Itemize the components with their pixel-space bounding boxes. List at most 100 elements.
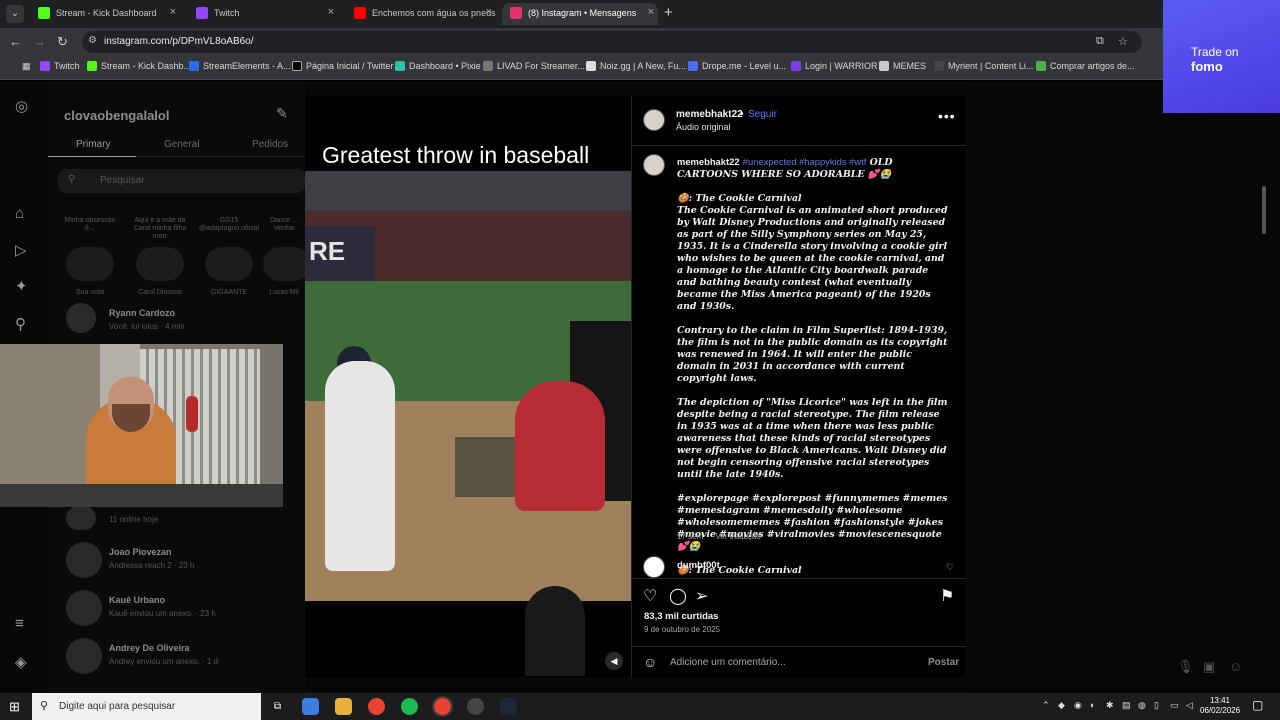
scrollbar[interactable]	[1262, 186, 1266, 234]
copilot-icon[interactable]	[302, 698, 319, 715]
new-tab-button[interactable]: +	[664, 4, 673, 21]
address-bar[interactable]: ⚙ instagram.com/p/DPmVL8oAB6o/ ⧉ ☆	[82, 31, 1142, 53]
account-name[interactable]: clovaobengalalol	[64, 108, 169, 123]
explore-icon[interactable]: ✦	[15, 277, 28, 295]
volume-icon[interactable]: ◁	[1186, 700, 1193, 711]
chrome-icon[interactable]	[368, 698, 385, 715]
bookmark-warrior[interactable]: Login | WARRIOR	[791, 61, 878, 71]
apps-icon[interactable]: ▦	[8, 61, 31, 72]
site-info-icon[interactable]: ⚙	[88, 35, 97, 46]
menu-icon[interactable]: ≡	[15, 615, 24, 632]
tab-twitch[interactable]: Twitch ×	[188, 3, 338, 25]
dm-search-input[interactable]: ⚲ Pesquisar	[58, 169, 305, 193]
bookmark-noiz[interactable]: Noiz.gg | A New, Fu...	[586, 61, 686, 71]
like-icon[interactable]: ♡	[643, 586, 657, 606]
close-icon[interactable]: ×	[648, 6, 654, 18]
bookmark-google[interactable]: Comprar artigos de...	[1036, 61, 1135, 71]
note-item[interactable]: Dance ... Venha Lucas Mil	[263, 217, 305, 296]
tab-primary[interactable]: Primary	[76, 139, 110, 150]
reels-icon[interactable]: ▷	[15, 241, 27, 259]
task-view-icon[interactable]: ⧉	[269, 698, 286, 715]
likes-count[interactable]: 83,3 mil curtidas	[644, 611, 718, 622]
bookmark-twitter[interactable]: Página Inicial / Twitter	[292, 61, 393, 71]
comment-username[interactable]: dumbf00t	[677, 560, 720, 571]
follow-button[interactable]: Seguir	[748, 109, 777, 120]
bluetooth-icon[interactable]: ✱	[1106, 700, 1114, 711]
comment-input[interactable]: Adicione um comentário...	[670, 657, 786, 668]
file-explorer-icon[interactable]	[335, 698, 352, 715]
back-icon[interactable]: ←	[9, 34, 22, 49]
reload-icon[interactable]: ↻	[57, 34, 68, 50]
tab-kick[interactable]: Stream - Kick Dashboard ×	[30, 3, 180, 25]
tray-app-icon[interactable]: ◍	[1138, 700, 1146, 711]
tray-app-icon[interactable]: ▯	[1154, 700, 1159, 711]
comment-icon[interactable]: ◯	[669, 586, 687, 606]
chat-item[interactable]: Ryann Cardozo Você: lul lolus · 4 min	[66, 303, 296, 347]
threads-icon[interactable]: ◈	[15, 653, 27, 671]
avatar[interactable]	[643, 109, 665, 131]
close-icon[interactable]: ×	[170, 6, 176, 18]
network-icon[interactable]: ▭	[1170, 700, 1179, 711]
microphone-icon[interactable]: 🎙	[1177, 659, 1194, 675]
home-icon[interactable]: ⌂	[15, 205, 24, 222]
chat-item[interactable]: Joao Piovezan Andressa reach 2 · 23 h	[66, 542, 316, 586]
translate-link[interactable]: Ver tradução	[715, 532, 760, 541]
avatar[interactable]	[643, 556, 665, 578]
close-icon[interactable]: ×	[486, 6, 492, 18]
bookmark-kick[interactable]: Stream - Kick Dashb...	[87, 61, 191, 71]
save-icon[interactable]: ⚑	[940, 586, 954, 606]
mute-icon[interactable]: ◀	[605, 652, 623, 670]
forward-icon[interactable]: →	[33, 34, 46, 49]
note-item[interactable]: GG15 @adaptogno.oficial GIGAANTE	[199, 217, 259, 296]
search-icon[interactable]: ⚲	[15, 315, 26, 333]
compose-icon[interactable]: ✎	[276, 105, 288, 122]
avatar[interactable]	[643, 154, 665, 176]
bookmark-livad[interactable]: LIVAD For Streamer...	[483, 61, 585, 71]
tab-search-icon[interactable]: ⌄	[6, 5, 24, 23]
notifications-icon[interactable]: ▢	[1252, 698, 1263, 712]
bookmark-twitch[interactable]: Twitch	[40, 61, 80, 71]
bookmark-myrient[interactable]: Myrient | Content Li...	[934, 61, 1033, 71]
steam-icon[interactable]	[500, 698, 517, 715]
bookmark-drope[interactable]: Drope.me - Level u...	[688, 61, 786, 71]
tray-app-icon[interactable]: ◉	[1074, 700, 1082, 711]
system-clock[interactable]: 13:41 06/02/2026	[1200, 696, 1240, 716]
instagram-logo-icon[interactable]: ◎	[15, 97, 28, 115]
bookmark-folder-memes[interactable]: MEMES	[879, 61, 926, 71]
close-icon[interactable]: ×	[328, 6, 334, 18]
chrome-icon[interactable]	[432, 696, 453, 717]
image-icon[interactable]: ▣	[1203, 659, 1215, 675]
tab-youtube[interactable]: Enchemos com água os pneus ×	[346, 3, 496, 25]
fomo-ad[interactable]: Trade on fomo	[1163, 0, 1280, 113]
bookmark-star-icon[interactable]: ☆	[1118, 35, 1128, 48]
obs-icon[interactable]	[467, 698, 484, 715]
tray-app-icon[interactable]: ◆	[1058, 700, 1065, 711]
audio-label[interactable]: Áudio original	[676, 122, 731, 132]
note-item[interactable]: Aqui é a mãe da Carol minha filha morr C…	[130, 217, 190, 296]
sticker-icon[interactable]: ☺	[1229, 659, 1242, 674]
tray-app-icon[interactable]: ▤	[1122, 700, 1131, 711]
spotify-icon[interactable]	[401, 698, 418, 715]
note-item[interactable]: Minha obsessão é... Sua nota	[60, 217, 120, 296]
caption-tags[interactable]: #unexpected #happykids #wtf	[743, 156, 867, 167]
tray-app-icon[interactable]: ◐	[1090, 700, 1095, 710]
tab-general[interactable]: General	[164, 139, 200, 150]
emoji-icon[interactable]: ☺	[643, 654, 657, 670]
caption-username[interactable]: memebhakt22	[677, 156, 740, 167]
tab-instagram[interactable]: (8) Instagram • Mensagens ×	[502, 3, 658, 25]
install-app-icon[interactable]: ⧉	[1096, 35, 1104, 48]
bookmark-streamelements[interactable]: StreamElements - A...	[189, 61, 291, 71]
post-comment-button[interactable]: Postar	[928, 657, 959, 668]
post-username[interactable]: memebhakt22	[676, 109, 743, 120]
taskbar-search[interactable]: ⚲ Digite aqui para pesquisar	[32, 693, 261, 720]
windows-start-icon[interactable]: ⊞	[9, 699, 20, 715]
bookmark-pixie[interactable]: Dashboard • Pixie	[395, 61, 481, 71]
tray-chevron-icon[interactable]: ⌃	[1042, 700, 1050, 711]
chat-item[interactable]: Kauê Urbano Kauê enviou um anexo. · 23 h	[66, 590, 316, 634]
comment-like-icon[interactable]: ♡	[946, 562, 954, 573]
tab-requests[interactable]: Pedidos	[252, 139, 288, 150]
share-icon[interactable]: ➢	[695, 586, 708, 606]
more-options-icon[interactable]: •••	[938, 108, 956, 124]
chat-item[interactable]: Andrey De Oliveira Andrey enviou um anex…	[66, 638, 316, 682]
reel-video[interactable]: RE Greatest throw in baseball ◀	[305, 96, 631, 677]
